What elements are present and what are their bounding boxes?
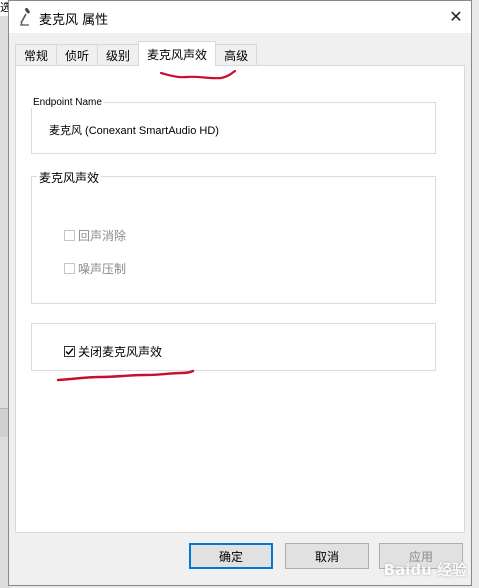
tab-advanced[interactable]: 高级 xyxy=(215,44,258,66)
baidu-watermark: Baidu 经验 xyxy=(383,561,467,579)
screen: 选 麦克风 属性 ✕ 常规 侦听 级别 麦克风声效 高级 Endpoint Na… xyxy=(0,0,479,588)
close-icon[interactable]: ✕ xyxy=(445,5,467,27)
ok-button[interactable]: 确定 xyxy=(189,543,273,569)
echo-cancellation-checkbox[interactable] xyxy=(64,230,75,241)
tab-listen[interactable]: 侦听 xyxy=(56,44,99,66)
endpoint-value: 麦克风 (Conexant SmartAudio HD) xyxy=(49,125,219,137)
tab-strip: 常规 侦听 级别 麦克风声效 高级 xyxy=(15,41,258,66)
echo-cancellation-option[interactable]: 回声消除 xyxy=(64,227,126,244)
properties-dialog: 麦克风 属性 ✕ 常规 侦听 级别 麦克风声效 高级 Endpoint Name… xyxy=(8,0,472,586)
checkmark-icon xyxy=(65,348,74,356)
disable-effects-label: 关闭麦克风声效 xyxy=(78,345,163,359)
noise-suppression-label: 噪声压制 xyxy=(78,262,127,276)
window-title: 麦克风 属性 xyxy=(39,13,109,28)
noise-suppression-checkbox[interactable] xyxy=(64,263,75,274)
noise-suppression-option[interactable]: 噪声压制 xyxy=(64,260,126,277)
effects-group-label: 麦克风声效 xyxy=(37,169,102,186)
endpoint-label: Endpoint Name xyxy=(31,97,104,108)
tab-microphone-effects[interactable]: 麦克风声效 xyxy=(138,41,217,66)
disable-effects-checkbox[interactable] xyxy=(64,346,75,357)
microphone-icon xyxy=(17,7,37,27)
tab-general[interactable]: 常规 xyxy=(15,44,58,66)
title-bar[interactable]: 麦克风 属性 ✕ xyxy=(9,1,471,33)
disable-effects-option[interactable]: 关闭麦克风声效 xyxy=(64,343,162,360)
cancel-button[interactable]: 取消 xyxy=(285,543,369,569)
tab-levels[interactable]: 级别 xyxy=(97,44,140,66)
echo-cancellation-label: 回声消除 xyxy=(78,229,127,243)
